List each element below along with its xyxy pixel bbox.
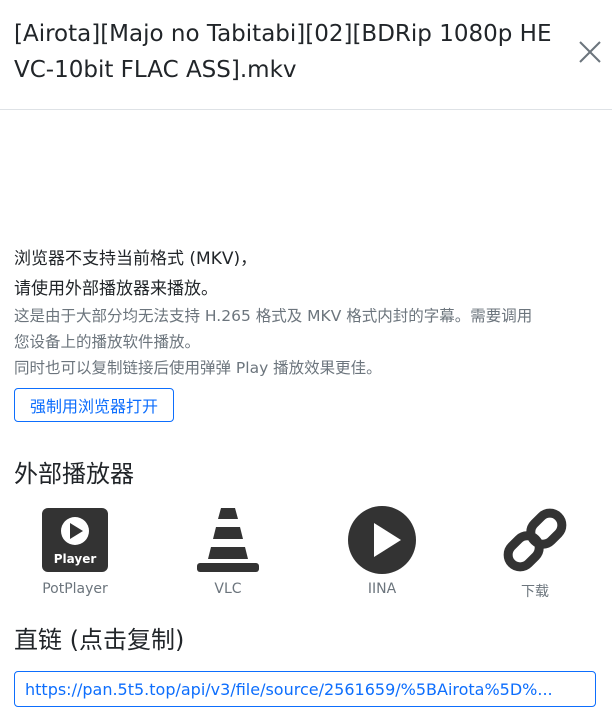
- potplayer-icon: Player: [42, 508, 108, 572]
- close-icon: [579, 41, 601, 63]
- direct-link-field[interactable]: [14, 671, 596, 707]
- player-iina[interactable]: IINA: [322, 505, 442, 600]
- use-external-player-message: 请使用外部播放器来播放。: [14, 279, 218, 299]
- player-potplayer[interactable]: Player PotPlayer: [15, 505, 135, 600]
- modal-header: [Airota][Majo no Tabitabi][02][BDRip 108…: [0, 0, 612, 110]
- potplayer-badge-text: Player: [54, 552, 97, 566]
- player-label-download: 下载: [521, 584, 549, 600]
- player-label-iina: IINA: [367, 581, 397, 597]
- link-icon: [503, 508, 567, 572]
- iina-play-icon: [348, 506, 416, 574]
- explanation-line-1: 这是由于大部分均无法支持 H.265 格式及 MKV 格式内封的字幕。需要调用: [14, 307, 533, 325]
- explanation-line-3: 同时也可以复制链接后使用弹弹 Play 播放效果更佳。: [14, 359, 382, 377]
- modal-title: [Airota][Majo no Tabitabi][02][BDRip 108…: [14, 21, 552, 83]
- player-vlc[interactable]: VLC: [168, 505, 288, 600]
- explanation-line-2: 您设备上的播放软件播放。: [14, 333, 201, 351]
- player-label-potplayer: PotPlayer: [42, 581, 108, 597]
- close-button[interactable]: [576, 38, 604, 66]
- player-label-vlc: VLC: [214, 581, 242, 597]
- force-browser-open-button[interactable]: 强制用浏览器打开: [14, 388, 174, 422]
- player-download[interactable]: 下载: [475, 505, 595, 600]
- player-selection-modal: [Airota][Majo no Tabitabi][02][BDRip 108…: [0, 0, 612, 707]
- unsupported-format-message: 浏览器不支持当前格式 (MKV)，: [14, 249, 258, 269]
- external-players-heading: 外部播放器: [14, 460, 134, 488]
- vlc-cone-icon: [197, 508, 259, 572]
- direct-link-heading: 直链 (点击复制): [14, 626, 185, 654]
